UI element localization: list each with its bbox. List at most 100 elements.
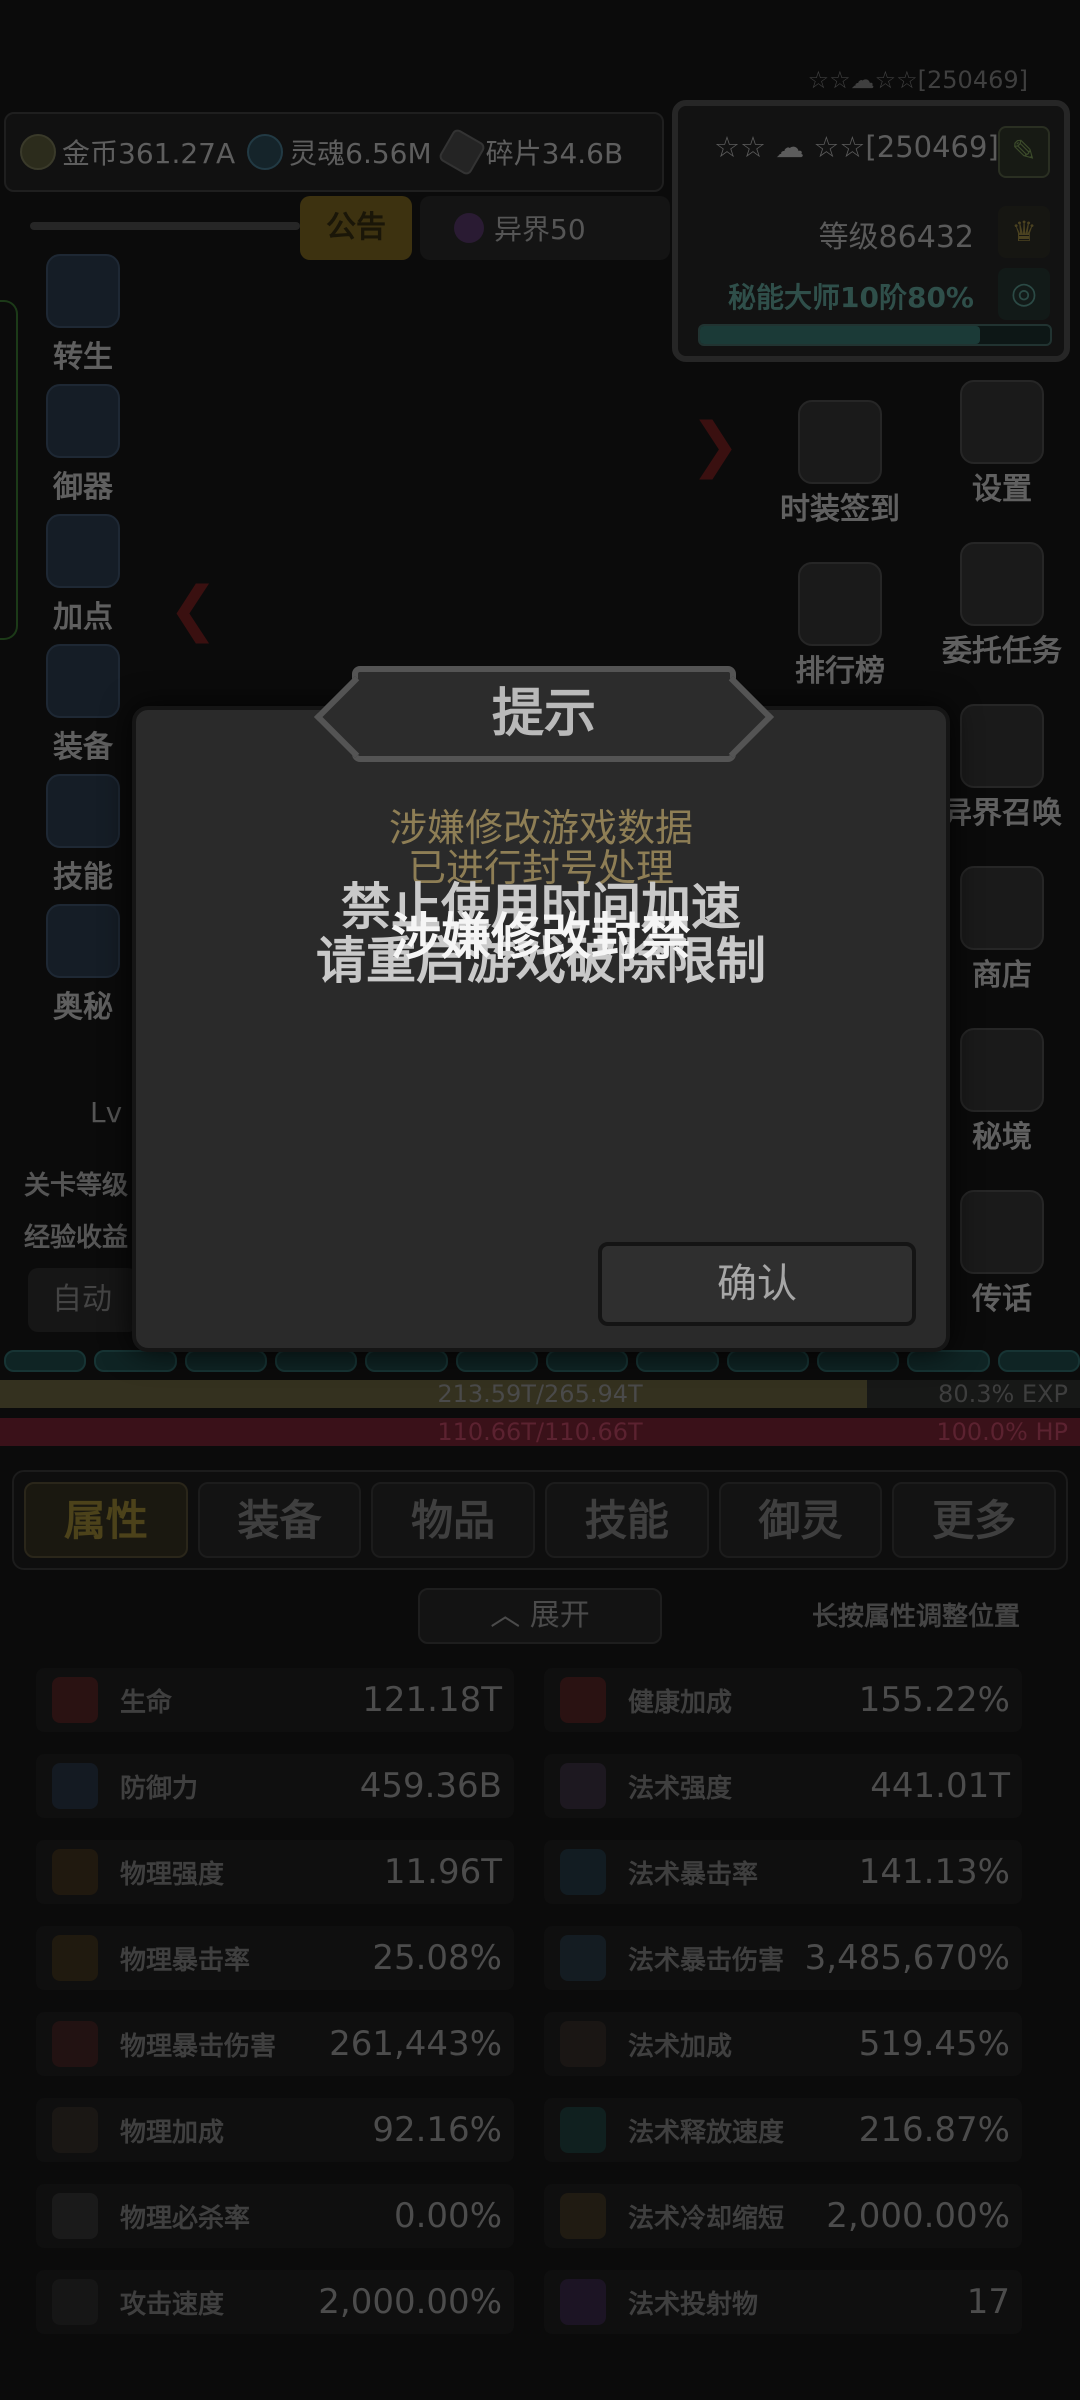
menu-artifact[interactable]: 御器 — [18, 384, 148, 508]
realm-button[interactable]: 异界50 — [420, 196, 670, 260]
skull-icon — [52, 2193, 98, 2239]
stat-row[interactable]: 健康加成 155.22% — [544, 1668, 1022, 1732]
portal-icon — [454, 213, 484, 243]
wave-segment — [907, 1350, 990, 1372]
player-level: 等级86432 — [818, 220, 974, 255]
stat-value: 216.87% — [858, 2110, 1010, 2150]
magic-crit-damage-icon — [560, 1935, 606, 1981]
player-id-watermark: ☆☆☁☆☆[250469] — [807, 66, 1028, 94]
stat-row[interactable]: 物理加成 92.16% — [36, 2098, 514, 2162]
magic-crit-icon — [560, 1849, 606, 1895]
tab-equipment[interactable]: 装备 — [197, 1482, 362, 1558]
stat-row[interactable]: 防御力 459.36B — [36, 1754, 514, 1818]
stat-row[interactable]: 物理暴击率 25.08% — [36, 1926, 514, 1990]
menu-equipment[interactable]: 装备 — [18, 644, 148, 768]
stat-row[interactable]: 攻击速度 2,000.00% — [36, 2270, 514, 2334]
stat-value: 17 — [966, 2282, 1010, 2322]
profile-panel[interactable]: ☆☆ ☁ ☆☆[250469] ✎ 等级86432 ♛ 秘能大师10阶80% ◎ — [672, 100, 1070, 362]
tab-skills[interactable]: 技能 — [545, 1482, 709, 1558]
dialog-title: 提示 — [491, 684, 596, 744]
class-progress-fill — [700, 326, 980, 344]
auto-button[interactable]: 自动 — [28, 1268, 138, 1332]
expand-button[interactable]: ︿ 展开 — [418, 1588, 662, 1644]
next-page-arrow-icon[interactable]: ❯ — [690, 410, 740, 480]
sword-icon — [52, 1849, 98, 1895]
vortex-icon — [46, 904, 120, 978]
armor-icon — [46, 644, 120, 718]
dialog-title-banner: 提示 — [322, 658, 766, 770]
currency-shard-label: 碎片34.6B — [485, 137, 624, 170]
shield-icon — [52, 1763, 98, 1809]
stat-name: 攻击速度 — [120, 2289, 225, 2320]
menu-leaderboard-label: 排行榜 — [795, 654, 885, 689]
stat-name: 法术暴击率 — [628, 1859, 759, 1890]
tab-spirits[interactable]: 御灵 — [718, 1482, 883, 1558]
menu-message-label: 传话 — [972, 1282, 1032, 1317]
rebirth-icon — [46, 254, 120, 328]
edit-name-icon[interactable]: ✎ — [998, 126, 1050, 178]
confirm-button[interactable]: 确认 — [598, 1242, 916, 1326]
stat-row[interactable]: 法术暴击率 141.13% — [544, 1840, 1022, 1904]
menu-message[interactable]: 传话 — [932, 1190, 1072, 1318]
wave-segments — [0, 1350, 1080, 1372]
stat-name: 物理必杀率 — [120, 2203, 251, 2234]
menu-secret-realm-label: 秘境 — [972, 1120, 1032, 1155]
menu-mystery-label: 奥秘 — [53, 990, 113, 1025]
hourglass-icon — [560, 2193, 606, 2239]
stat-row[interactable]: 物理强度 11.96T — [36, 1840, 514, 1904]
stat-row[interactable]: 物理暴击伤害 261,443% — [36, 2012, 514, 2076]
prev-page-arrow-icon[interactable]: ❮ — [168, 574, 218, 644]
menu-summon[interactable]: 异界召唤 — [932, 704, 1072, 832]
wave-segment — [94, 1350, 177, 1372]
stat-value: 441.01T — [870, 1766, 1010, 1806]
stage-level-label: 关卡等级 — [24, 1171, 129, 1201]
menu-rebirth[interactable]: 转生 — [18, 254, 148, 378]
menu-attribute-points[interactable]: 加点 — [18, 514, 148, 638]
menu-mystery[interactable]: 奥秘 — [18, 904, 148, 1028]
attack-speed-icon — [52, 2279, 98, 2325]
menu-commission[interactable]: 委托任务 — [932, 542, 1072, 670]
level-tag: Lv — [90, 1096, 123, 1129]
menu-settings[interactable]: 设置 — [932, 380, 1072, 508]
tab-items[interactable]: 物品 — [371, 1482, 536, 1558]
tab-more[interactable]: 更多 — [892, 1482, 1057, 1558]
stat-row[interactable]: 法术投射物 17 — [544, 2270, 1022, 2334]
trophy-icon — [798, 562, 882, 646]
menu-attribute-points-label: 加点 — [53, 600, 113, 635]
menu-fashion-signin[interactable]: 时装签到 — [770, 400, 910, 528]
stage-exp-label: 经验收益 — [24, 1223, 129, 1253]
stat-row[interactable]: 法术冷却缩短 2,000.00% — [544, 2184, 1022, 2248]
chevron-up-icon: ︿ — [490, 1598, 530, 1633]
stats-grid: 生命 121.18T 健康加成 155.22% 防御力 459.36B 法术强度 441.01… — [36, 1668, 1036, 2334]
exp-bar-percent: 80.3% EXP — [938, 1380, 1068, 1408]
wave-segment — [816, 1350, 900, 1372]
wave-segment — [4, 1350, 87, 1372]
magic-bonus-icon — [560, 2021, 606, 2067]
stat-row[interactable]: 法术释放速度 216.87% — [544, 2098, 1022, 2162]
shop-bag-icon — [960, 866, 1044, 950]
stat-row[interactable]: 生命 121.18T — [36, 1668, 514, 1732]
hp-bar-percent: 100.0% HP — [936, 1418, 1068, 1446]
stat-name: 法术暴击伤害 — [628, 1945, 785, 1976]
wave-segment — [455, 1350, 538, 1372]
tab-attributes[interactable]: 属性 — [24, 1482, 188, 1558]
menu-secret-realm[interactable]: 秘境 — [932, 1028, 1072, 1156]
notice-button[interactable]: 公告 — [300, 196, 412, 260]
stat-name: 物理暴击率 — [120, 1945, 251, 1976]
side-drawer-handle[interactable] — [0, 300, 18, 640]
menu-skills[interactable]: 技能 — [18, 774, 148, 898]
wave-segment — [545, 1350, 629, 1372]
new-badge-icon — [798, 400, 882, 484]
stat-row[interactable]: 法术强度 441.01T — [544, 1754, 1022, 1818]
heart-plus-icon — [560, 1677, 606, 1723]
menu-commission-label: 委托任务 — [942, 634, 1062, 669]
stat-row[interactable]: 法术加成 519.45% — [544, 2012, 1022, 2076]
menu-shop[interactable]: 商店 — [932, 866, 1072, 994]
stat-name: 法术加成 — [628, 2031, 733, 2062]
stat-name: 物理暴击伤害 — [120, 2031, 277, 2062]
stat-value: 11.96T — [383, 1852, 502, 1892]
menu-leaderboard[interactable]: 排行榜 — [770, 562, 910, 690]
hp-bar-text: 110.66T/110.66T — [437, 1418, 643, 1446]
stat-row[interactable]: 物理必杀率 0.00% — [36, 2184, 514, 2248]
stat-row[interactable]: 法术暴击伤害 3,485,670% — [544, 1926, 1022, 1990]
